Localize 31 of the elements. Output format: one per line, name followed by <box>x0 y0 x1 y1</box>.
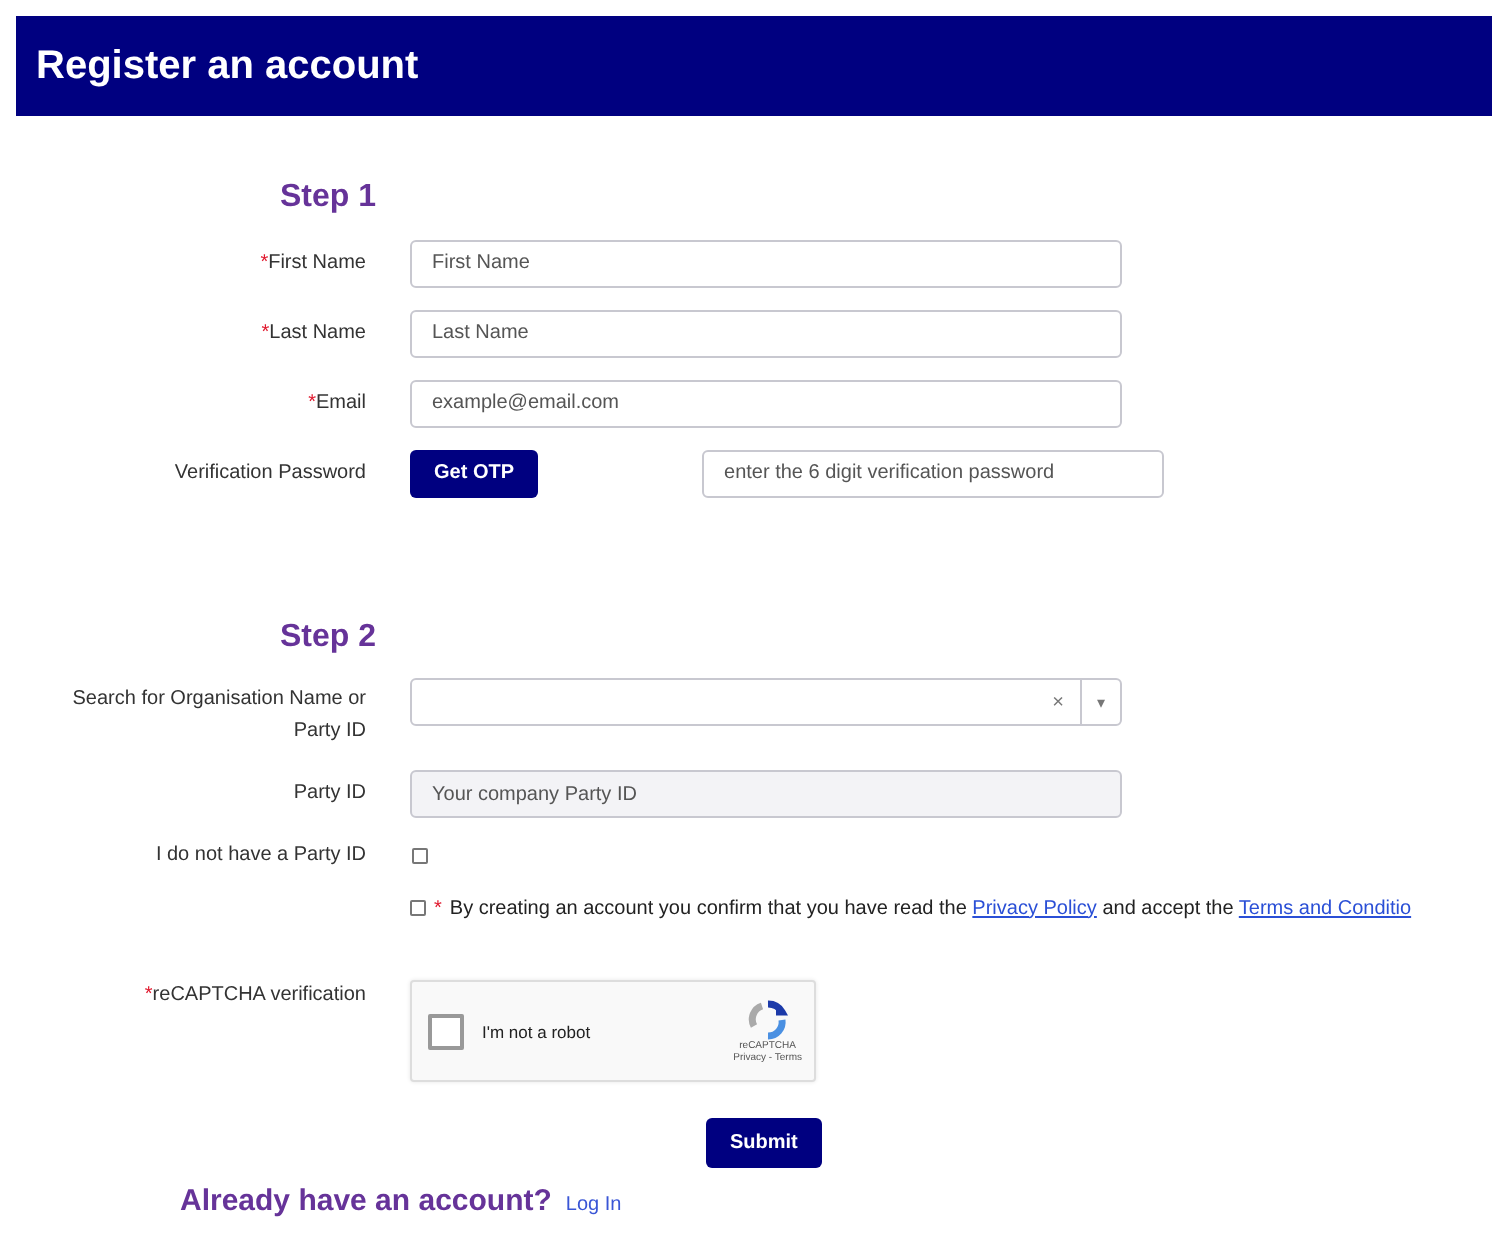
clear-icon[interactable]: × <box>1036 691 1080 713</box>
consent-text: By creating an account you confirm that you have read the Privacy Policy and accept the Terms and Conditio <box>449 897 1412 919</box>
otp-field[interactable]: enter the 6 digit verification password <box>702 449 1165 497</box>
field-label: Verification Password <box>172 459 366 487</box>
recaptcha-icon <box>747 999 788 1039</box>
field-label: *reCAPTCHA verification <box>142 982 366 1010</box>
field-label: *Last Name <box>259 319 366 347</box>
submit-button[interactable]: Submit <box>706 1118 822 1168</box>
robot-text: I'm not a robot <box>482 1021 593 1041</box>
field-label: *Email <box>306 389 366 417</box>
text-field[interactable]: example@email.com <box>410 379 1122 427</box>
login-prompt: Already have an account? <box>180 1184 552 1218</box>
consent-checkbox[interactable] <box>410 900 426 916</box>
text-field[interactable]: Last Name <box>410 309 1122 357</box>
privacy-policy-link[interactable]: Privacy Policy <box>972 897 1097 919</box>
terms-link[interactable]: Terms and Conditio <box>1238 897 1412 919</box>
field-label: *First Name <box>258 249 366 277</box>
party-id-field[interactable]: Your company Party ID <box>410 770 1122 818</box>
login-link[interactable]: Log In <box>565 1194 622 1216</box>
field-label: I do not have a Party ID <box>153 842 366 870</box>
field-label: Search for Organisation Name or Party ID <box>70 686 366 746</box>
get-otp-button[interactable]: Get OTP <box>410 449 539 497</box>
checkbox[interactable] <box>412 848 428 864</box>
required-mark: * <box>434 897 442 919</box>
organisation-select[interactable]: × ▾ <box>410 678 1122 726</box>
text-field[interactable]: First Name <box>410 239 1122 287</box>
page-title: Register an account <box>36 43 419 89</box>
field-label: Party ID <box>291 780 366 808</box>
step-heading: Step 1 <box>277 180 376 216</box>
robot-checkbox[interactable] <box>428 1013 464 1049</box>
step-heading: Step 2 <box>277 620 376 656</box>
